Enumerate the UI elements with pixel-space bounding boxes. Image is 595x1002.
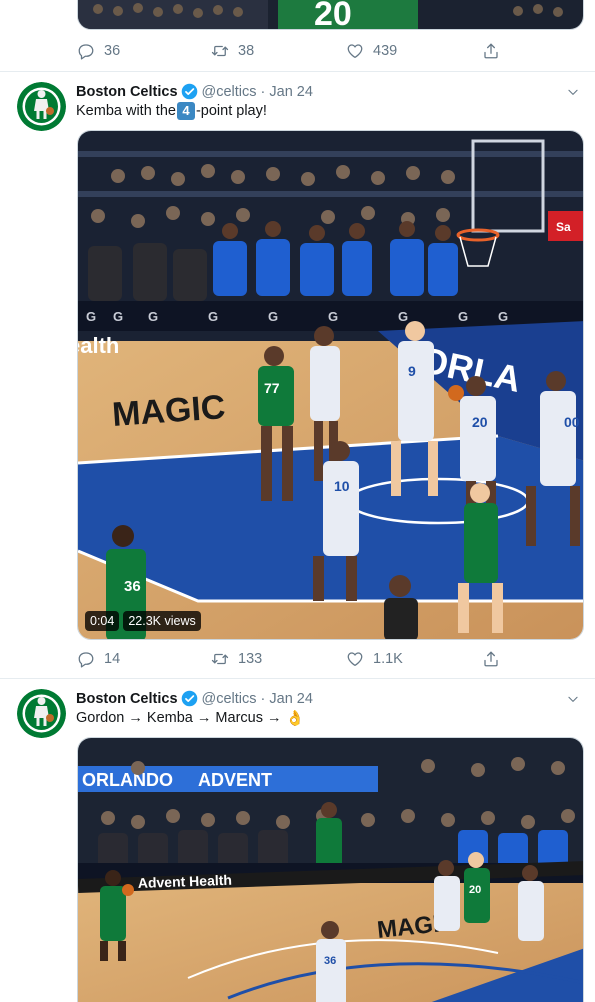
celtics-logo-icon xyxy=(17,689,66,738)
prev-jersey-number: 20 xyxy=(314,0,352,30)
share-button[interactable] xyxy=(482,40,500,62)
retweet-icon xyxy=(211,653,229,665)
avatar[interactable] xyxy=(17,689,66,738)
display-name[interactable]: Boston Celtics xyxy=(76,84,178,100)
avatar[interactable] xyxy=(17,82,66,131)
svg-text:G: G xyxy=(208,309,218,324)
reply-icon xyxy=(78,652,94,668)
video-views-badge: 22.3K views xyxy=(123,611,201,631)
jersey-number: 10 xyxy=(334,478,350,494)
tweet-header: Boston Celtics @celtics · Jan 24 xyxy=(76,83,313,100)
jersey-number: 00 xyxy=(564,414,580,430)
jersey-number: 9 xyxy=(408,363,416,379)
jersey-number: 20 xyxy=(469,884,481,896)
tweet-text: Gordon → Kemba → Marcus → 👌 xyxy=(76,709,304,727)
celtics-logo-icon xyxy=(17,82,66,131)
prev-tweet-media[interactable]: 20 xyxy=(77,0,584,30)
verified-icon xyxy=(181,690,197,707)
share-icon xyxy=(484,43,498,59)
separator-dot: · xyxy=(260,690,266,707)
retweet-icon xyxy=(211,45,229,57)
reply-icon xyxy=(78,44,94,60)
video-frame: ORLANDO ADVENT GGG GG Advent Health xyxy=(78,738,583,1002)
retweet-count: 38 xyxy=(238,43,255,59)
jersey-number: 36 xyxy=(324,955,336,967)
sponsor-sign: Sa xyxy=(556,220,571,234)
court-logo-text: MAGIC xyxy=(111,388,227,434)
tweet-header: Boston Celtics @celtics · Jan 24 xyxy=(76,690,313,707)
like-count: 439 xyxy=(373,43,398,59)
retweet-button[interactable]: 38 xyxy=(211,40,254,62)
svg-text:G: G xyxy=(86,309,96,324)
reply-count: 14 xyxy=(104,651,121,667)
video-badges: 0:04 22.3K views xyxy=(85,611,201,631)
like-icon xyxy=(347,44,363,59)
handle[interactable]: @celtics xyxy=(202,691,257,707)
video-frame: GGG GGG GGG Sa ealth ORLA MAGIC 77 xyxy=(78,131,583,639)
like-count: 1.1K xyxy=(373,651,403,667)
video-player[interactable]: ORLANDO ADVENT GGG GG Advent Health xyxy=(77,737,584,1002)
like-button[interactable]: 439 xyxy=(346,40,397,62)
svg-text:G: G xyxy=(458,309,468,324)
retweet-button[interactable]: 133 xyxy=(211,648,262,670)
reply-count: 36 xyxy=(104,43,121,59)
handle[interactable]: @celtics xyxy=(202,84,257,100)
svg-text:G: G xyxy=(498,309,508,324)
arena-banner: ORLANDO xyxy=(82,770,173,790)
jersey-number: 77 xyxy=(264,380,280,396)
share-button[interactable] xyxy=(482,648,500,670)
chevron-down-icon[interactable] xyxy=(566,85,580,99)
separator-dot: · xyxy=(260,83,266,100)
svg-text:G: G xyxy=(328,309,338,324)
tweet-actions: 14 133 1.1K xyxy=(77,648,537,670)
video-player[interactable]: GGG GGG GGG Sa ealth ORLA MAGIC 77 xyxy=(77,130,584,640)
reply-button[interactable]: 14 xyxy=(77,648,120,670)
court-sideline-text: Advent Health xyxy=(138,872,233,891)
tweet-text-part: Kemba with the xyxy=(76,103,176,119)
timestamp[interactable]: Jan 24 xyxy=(269,84,313,100)
svg-text:G: G xyxy=(398,309,408,324)
jersey-number: 36 xyxy=(124,578,141,595)
svg-text:G: G xyxy=(148,309,158,324)
svg-text:G: G xyxy=(113,309,123,324)
share-icon xyxy=(484,651,498,667)
jersey-number: 20 xyxy=(472,414,488,430)
arena-banner-2: ADVENT xyxy=(198,770,272,790)
chevron-down-icon[interactable] xyxy=(566,692,580,706)
like-button[interactable]: 1.1K xyxy=(346,648,403,670)
video-time-badge: 0:04 xyxy=(85,611,120,631)
like-icon xyxy=(347,652,363,667)
reply-button[interactable]: 36 xyxy=(77,40,120,62)
display-name[interactable]: Boston Celtics xyxy=(76,691,178,707)
timestamp[interactable]: Jan 24 xyxy=(269,691,313,707)
tweet-text-part: Gordon → Kemba → Marcus → xyxy=(76,710,282,726)
ok-hand-emoji: 👌 xyxy=(285,710,305,727)
svg-text:G: G xyxy=(268,309,278,324)
retweet-count: 133 xyxy=(238,651,263,667)
court-baseline-text: ealth xyxy=(78,333,119,358)
tweet-text-part: -point play! xyxy=(195,103,267,119)
tweet-text: Kemba with the 4 -point play! xyxy=(76,102,267,120)
prev-tweet-actions: 36 38 439 xyxy=(77,40,537,62)
keycap-emoji: 4 xyxy=(176,102,195,120)
verified-icon xyxy=(181,83,197,100)
